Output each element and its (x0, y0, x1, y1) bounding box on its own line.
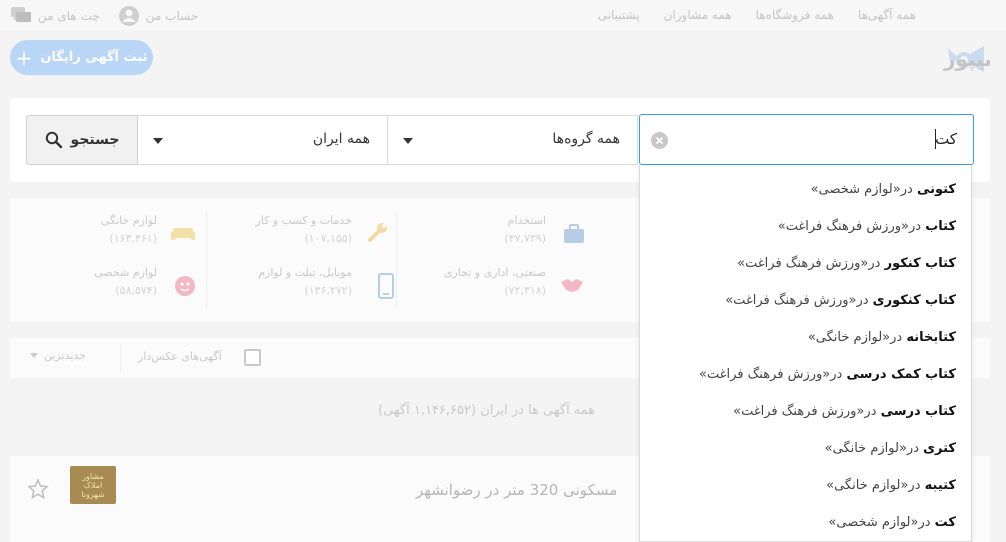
star-icon[interactable] (27, 478, 49, 500)
briefcase-icon (563, 224, 585, 243)
suggestion-item[interactable]: کتاب کنکوری در«ورزش فرهنگ فراغت» (725, 293, 956, 308)
suggestion-term: کتاب کنکوری (872, 293, 956, 308)
suggestion-term: کتری (923, 441, 956, 456)
suggestion-term: کتابخانه (906, 330, 956, 345)
category-select-value: همه گروه‌ها (552, 131, 620, 147)
photo-only-label: آگهی‌های عکس‌دار (138, 350, 222, 363)
suggestion-item[interactable]: کت در«لوازم شخصی» (828, 515, 956, 530)
plus-icon: + (15, 45, 33, 70)
suggestion-item[interactable]: کتاب کنکور در«ورزش فرهنگ فراغت» (737, 256, 956, 271)
search-button[interactable]: جستجو (26, 115, 138, 165)
suggestion-term: کتیبه (924, 478, 956, 493)
chevron-down-icon (153, 138, 163, 144)
suggestion-context: در«لوازم خانگی» (826, 478, 921, 493)
category-mobile[interactable]: موبایل، تبلت و لوازم (۱۳۶,۲۷۲) (258, 264, 352, 300)
suggestion-context: در«لوازم شخصی» (828, 515, 931, 530)
category-count: (۷۲,۳۱۸) (504, 284, 546, 297)
category-personal-items[interactable]: لوازم شخصی (۵۸,۵۷۴) (94, 264, 157, 300)
nav-all-stores[interactable]: همه فروشگاه‌ها (756, 8, 834, 22)
chevron-down-icon (403, 138, 413, 144)
photo-only-checkbox[interactable] (244, 349, 261, 366)
category-name: لوازم شخصی (94, 266, 157, 279)
account-label: حساب من (145, 9, 199, 23)
category-name: موبایل، تبلت و لوازم (258, 266, 352, 279)
divider (206, 212, 207, 308)
text-caret (935, 129, 936, 149)
suggestion-context: در«لوازم خانگی» (824, 441, 919, 456)
category-name: خدمات و کسب و کار (255, 214, 352, 227)
category-select[interactable]: همه گروه‌ها (386, 115, 638, 165)
chevron-down-icon (30, 353, 38, 358)
category-industrial[interactable]: صنعتی، اداری و تجاری (۷۲,۳۱۸) (444, 264, 546, 300)
chat-icon (11, 7, 31, 22)
nav-support[interactable]: پشتیبانی (598, 8, 640, 22)
results-title: همه آگهی ها در ایران (۱,۱۴۶,۶۵۲ آگهی) (378, 403, 596, 418)
category-count: (۵۸,۵۷۴) (115, 284, 157, 297)
horn-logo-icon: شیپور (943, 46, 1004, 72)
suggestion-item[interactable]: کتونی در«لوازم شخصی» (811, 182, 956, 197)
city-select[interactable]: همه ایران (136, 115, 388, 165)
category-count: (۱۰۷,۱۵۵) (304, 232, 352, 245)
logo[interactable]: شیپور (860, 38, 1004, 78)
nav-all-ads[interactable]: همه آگهی‌ها (858, 8, 916, 22)
listing-thumbnail[interactable]: مشاور املاک شهرونا (70, 466, 116, 504)
category-name: لوازم خانگی (100, 214, 157, 227)
top-nav: همه آگهی‌ها همه فروشگاه‌ها همه مشاوران پ… (598, 8, 916, 22)
divider (396, 212, 397, 308)
suggestion-context: در«لوازم شخصی» (810, 182, 913, 197)
category-name: صنعتی، اداری و تجاری (443, 266, 546, 279)
search-icon (45, 131, 62, 149)
wrench-icon (368, 220, 390, 242)
category-home-appliances[interactable]: لوازم خانگی (۱۶۳,۴۶۱) (101, 212, 157, 248)
city-select-value: همه ایران (312, 131, 370, 147)
suggestion-context: در«ورزش فرهنگ فراغت» (733, 404, 877, 419)
listing-title[interactable]: مسکونی 320 متر در رضوانشهر (416, 481, 617, 499)
suggestion-term: کتاب درسی (880, 404, 956, 419)
user-icon (118, 6, 139, 26)
mobile-icon (372, 273, 394, 299)
suggestion-dropdown: کتونی در«لوازم شخصی» کتاب در«ورزش فرهنگ … (639, 165, 972, 542)
category-name: استخدام (507, 214, 546, 227)
search-button-label: جستجو (70, 132, 120, 148)
handshake-icon (561, 276, 584, 294)
suggestion-item[interactable]: کتاب کمک درسی در«ورزش فرهنگ فراغت» (699, 367, 956, 382)
suggestion-context: در«ورزش فرهنگ فراغت» (725, 293, 869, 308)
search-query: کت (935, 130, 957, 148)
face-icon (174, 275, 196, 296)
suggestion-item[interactable]: کتاب در«ورزش فرهنگ فراغت» (778, 219, 956, 234)
category-services[interactable]: خدمات و کسب و کار (۱۰۷,۱۵۵) (255, 212, 352, 248)
suggestion-context: در«ورزش فرهنگ فراغت» (777, 219, 922, 234)
sofa-icon (171, 224, 195, 242)
suggestion-term: کتاب (925, 219, 956, 234)
thumbnail-text: مشاور املاک شهرونا (81, 471, 105, 499)
suggestion-context: در«ورزش فرهنگ فراغت» (737, 256, 881, 271)
search-input[interactable]: کت (639, 114, 974, 165)
suggestion-term: کت (934, 515, 956, 530)
sort-value: جدیدترین (44, 349, 86, 362)
category-count: (۴۷,۷۳۹) (504, 232, 546, 245)
suggestion-item[interactable]: کتاب درسی در«ورزش فرهنگ فراغت» (733, 404, 956, 419)
suggestion-term: کتاب کمک درسی (846, 367, 956, 382)
account-link[interactable]: حساب من (118, 5, 198, 27)
suggestion-term: کتونی (916, 182, 956, 197)
post-ad-button[interactable]: ثبت آگهی رایگان + (10, 40, 153, 75)
logo-text: شیپور (943, 47, 990, 72)
sort-select[interactable]: جدیدترین (30, 349, 86, 362)
user-menu: حساب من چت های من (10, 5, 198, 27)
clear-icon[interactable] (651, 132, 668, 149)
nav-all-consultants[interactable]: همه مشاوران (664, 8, 732, 22)
divider (120, 344, 121, 372)
suggestion-item[interactable]: کتیبه در«لوازم خانگی» (826, 478, 956, 493)
suggestion-context: در«ورزش فرهنگ فراغت» (699, 367, 843, 382)
category-jobs[interactable]: استخدام (۴۷,۷۳۹) (504, 212, 546, 248)
category-count: (۱۳۶,۲۷۲) (304, 284, 352, 297)
chat-link[interactable]: چت های من (10, 6, 100, 26)
category-count: (۱۶۳,۴۶۱) (109, 232, 157, 245)
suggestion-item[interactable]: کتابخانه در«لوازم خانگی» (808, 330, 956, 345)
suggestion-term: کتاب کنکور (884, 256, 956, 271)
suggestion-context: در«لوازم خانگی» (807, 330, 903, 345)
post-ad-label: ثبت آگهی رایگان (40, 50, 148, 65)
chat-label: چت های من (38, 9, 100, 23)
suggestion-item[interactable]: کتری در«لوازم خانگی» (825, 441, 956, 456)
